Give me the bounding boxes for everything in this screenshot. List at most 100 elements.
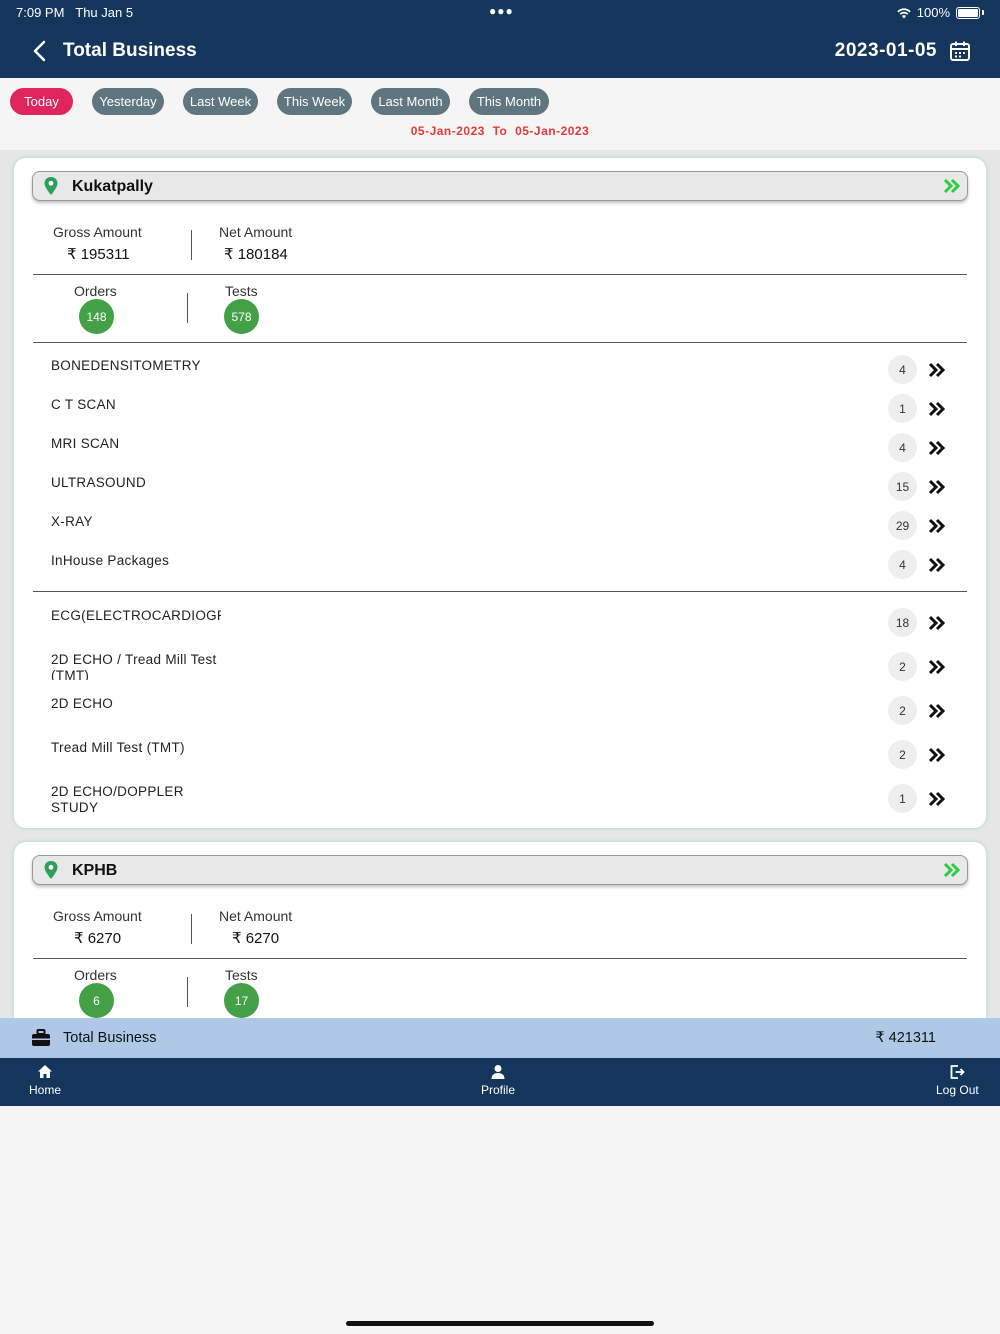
- logout-icon: [950, 1065, 966, 1079]
- date-filter-bar: Today Yesterday Last Week This Week Last…: [0, 78, 1000, 150]
- double-chevron-right-icon[interactable]: [943, 862, 961, 878]
- person-icon: [491, 1065, 505, 1079]
- test-category-name: MRI SCAN: [51, 436, 120, 451]
- test-count-badge: 4: [888, 433, 917, 462]
- nav-home[interactable]: Home: [29, 1064, 61, 1097]
- selected-date[interactable]: 2023-01-05: [835, 40, 937, 62]
- test-category-row[interactable]: BONEDENSITOMETRY 4: [14, 355, 986, 398]
- double-chevron-right-icon[interactable]: [928, 401, 946, 417]
- gross-amount-label: Gross Amount: [53, 908, 142, 924]
- section-divider: [33, 342, 967, 343]
- battery-icon: [956, 6, 980, 19]
- tests-label: Tests: [225, 283, 258, 299]
- net-amount-value: ₹ 6270: [232, 930, 280, 947]
- nav-profile[interactable]: Profile: [481, 1064, 515, 1097]
- home-indicator[interactable]: [346, 1321, 654, 1326]
- double-chevron-right-icon[interactable]: [928, 362, 946, 378]
- double-chevron-right-icon[interactable]: [928, 659, 946, 675]
- stat-divider: [187, 977, 188, 1007]
- double-chevron-right-icon[interactable]: [928, 747, 946, 763]
- test-category-row[interactable]: C T SCAN 1: [14, 394, 986, 437]
- test-category-name: InHouse Packages: [51, 553, 170, 568]
- test-count-badge: 2: [888, 652, 917, 681]
- test-category-row[interactable]: 2D ECHO / Tread Mill Test (TMT) 2: [14, 652, 986, 692]
- status-bar: 7:09 PM Thu Jan 5 ●●● 100%: [0, 0, 1000, 24]
- date-range-text: 05-Jan-2023 To 05-Jan-2023: [410, 124, 590, 138]
- test-category-name: ECG(ELECTROCARDIOGRAM): [51, 608, 221, 623]
- double-chevron-right-icon[interactable]: [928, 557, 946, 573]
- test-category-row[interactable]: Tread Mill Test (TMT) 2: [14, 740, 986, 780]
- multitask-dots-icon[interactable]: ●●●: [489, 4, 514, 18]
- orders-count-badge[interactable]: 148: [79, 299, 114, 334]
- stat-divider: [187, 293, 188, 323]
- test-category-name: Tread Mill Test (TMT): [51, 740, 185, 755]
- test-category-name: C T SCAN: [51, 397, 116, 412]
- double-chevron-right-icon[interactable]: [928, 703, 946, 719]
- double-chevron-right-icon[interactable]: [928, 791, 946, 807]
- page-title: Total Business: [63, 40, 197, 61]
- bottom-navigation: Home Profile Log Out: [0, 1058, 1000, 1106]
- nav-logout-label: Log Out: [936, 1083, 979, 1097]
- test-category-row[interactable]: ECG(ELECTROCARDIOGRAM) 18: [14, 608, 986, 648]
- test-count-badge: 29: [888, 511, 917, 540]
- location-pin-icon: [44, 177, 58, 195]
- double-chevron-right-icon[interactable]: [943, 178, 961, 194]
- section-divider: [33, 274, 967, 275]
- battery-percent: 100%: [916, 5, 950, 20]
- status-time: 7:09 PM Thu Jan 5: [16, 5, 134, 20]
- filter-yesterday-button[interactable]: Yesterday: [92, 88, 164, 115]
- filter-last-week-button[interactable]: Last Week: [183, 88, 258, 115]
- test-count-badge: 1: [888, 784, 917, 813]
- section-divider: [33, 591, 967, 592]
- test-category-row[interactable]: ULTRASOUND 15: [14, 472, 986, 515]
- test-category-row[interactable]: X-RAY 29: [14, 511, 986, 554]
- nav-logout[interactable]: Log Out: [936, 1064, 979, 1097]
- wifi-icon: [897, 7, 911, 18]
- filter-today-button[interactable]: Today: [10, 88, 73, 115]
- tests-label: Tests: [225, 967, 258, 983]
- section-divider: [33, 958, 967, 959]
- test-count-badge: 15: [888, 472, 917, 501]
- back-chevron-icon[interactable]: [30, 39, 50, 63]
- test-category-row[interactable]: MRI SCAN 4: [14, 433, 986, 476]
- test-category-name: 2D ECHO: [51, 696, 114, 711]
- total-business-label: Total Business: [63, 1030, 157, 1046]
- test-count-badge: 4: [888, 355, 917, 384]
- double-chevron-right-icon[interactable]: [928, 615, 946, 631]
- location-pin-icon: [44, 861, 58, 879]
- filter-last-month-button[interactable]: Last Month: [371, 88, 450, 115]
- tests-count-badge[interactable]: 17: [224, 983, 259, 1018]
- double-chevron-right-icon[interactable]: [928, 440, 946, 456]
- filter-this-week-button[interactable]: This Week: [277, 88, 352, 115]
- test-count-badge: 2: [888, 696, 917, 725]
- double-chevron-right-icon[interactable]: [928, 479, 946, 495]
- test-category-row[interactable]: 2D ECHO 2: [14, 696, 986, 736]
- net-amount-label: Net Amount: [219, 224, 293, 240]
- branch-name: Kukatpally: [72, 178, 153, 195]
- test-category-row[interactable]: InHouse Packages 4: [14, 550, 986, 593]
- test-count-badge: 18: [888, 608, 917, 637]
- orders-count-badge[interactable]: 6: [79, 983, 114, 1018]
- test-category-name: 2D ECHO/DOPPLER STUDY: [51, 784, 184, 812]
- home-icon: [38, 1065, 52, 1078]
- test-category-name: BONEDENSITOMETRY: [51, 358, 201, 373]
- net-amount-label: Net Amount: [219, 908, 293, 924]
- orders-label: Orders: [74, 283, 117, 299]
- branch-name: KPHB: [72, 862, 118, 879]
- nav-profile-label: Profile: [481, 1083, 516, 1097]
- branch-header[interactable]: KPHB: [32, 855, 968, 885]
- net-amount-value: ₹ 180184: [224, 246, 288, 263]
- branch-card-kphb: KPHB Gross Amount ₹ 6270 Net Amount ₹ 62…: [14, 842, 986, 1018]
- double-chevron-right-icon[interactable]: [928, 518, 946, 534]
- test-category-name: X-RAY: [51, 514, 93, 529]
- branch-header[interactable]: Kukatpally: [32, 171, 968, 201]
- gross-amount-value: ₹ 6270: [74, 930, 122, 947]
- briefcase-icon: [32, 1029, 50, 1046]
- branch-list[interactable]: Kukatpally Gross Amount ₹ 195311 Net Amo…: [0, 150, 1000, 1018]
- tests-count-badge[interactable]: 578: [224, 299, 259, 334]
- status-indicators: 100%: [897, 5, 984, 20]
- test-category-name: 2D ECHO / Tread Mill Test (TMT): [51, 652, 217, 680]
- filter-this-month-button[interactable]: This Month: [469, 88, 549, 115]
- calendar-icon[interactable]: [948, 39, 972, 63]
- test-category-row[interactable]: 2D ECHO/DOPPLER STUDY 1: [14, 784, 986, 824]
